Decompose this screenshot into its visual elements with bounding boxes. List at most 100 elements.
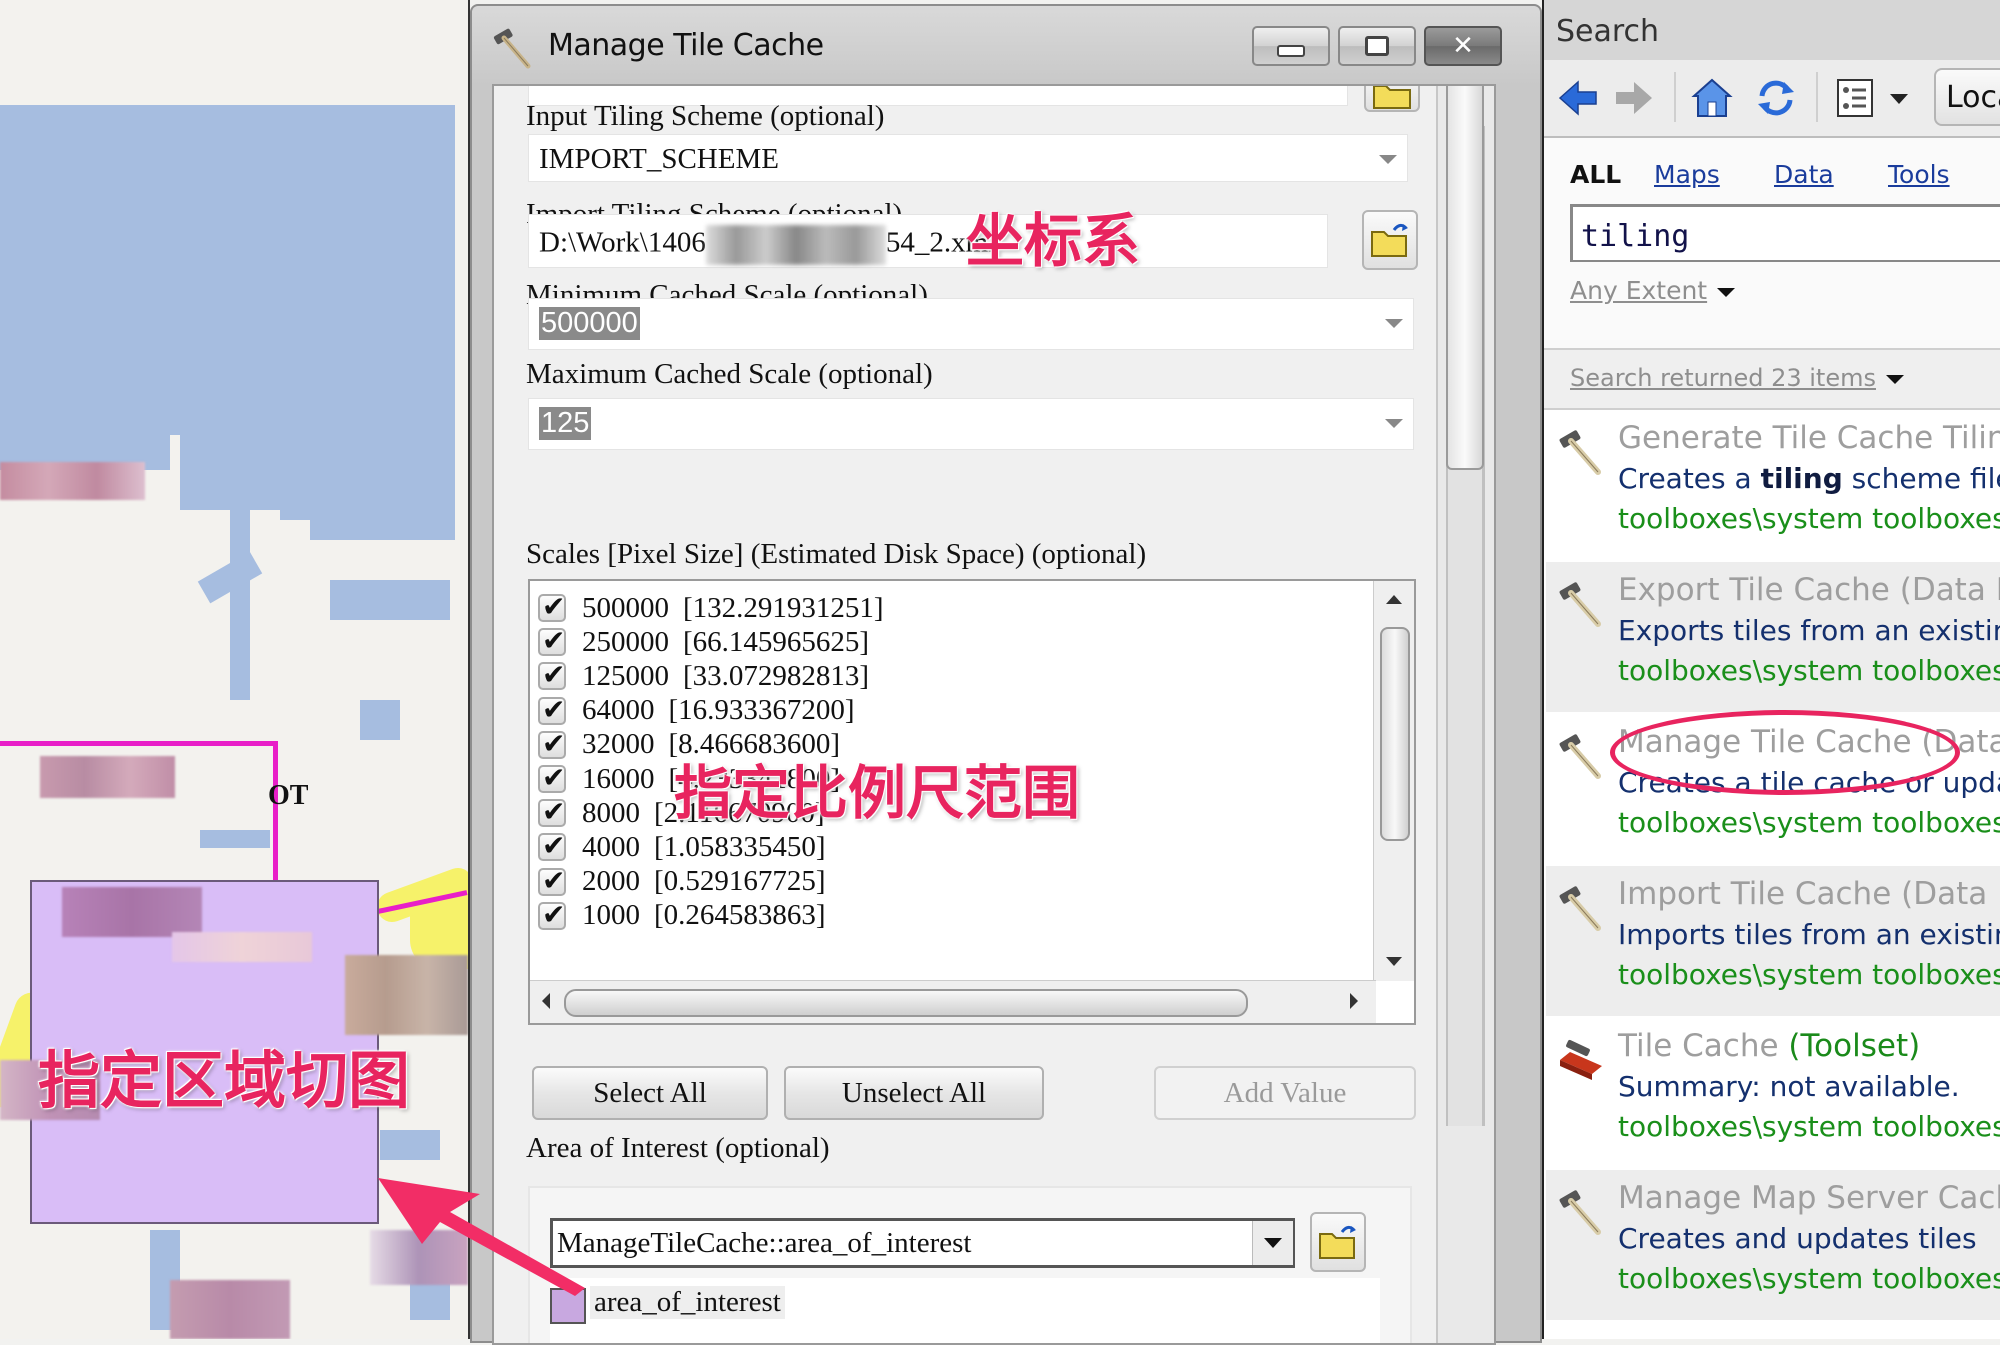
scale-list-item[interactable]: 64000 [16.933367200] [538, 693, 855, 728]
dialog-vertical-scrollbar[interactable] [1436, 86, 1494, 1343]
result-title[interactable]: Manage Map Server Cache Tiles [1618, 1180, 2000, 1216]
scale-list-item[interactable]: 500000 [132.291931251] [538, 590, 884, 625]
chevron-down-icon[interactable] [1252, 1221, 1293, 1265]
scale-list-item[interactable]: 1000 [0.264583863] [538, 898, 826, 933]
browse-button[interactable] [1364, 86, 1420, 112]
hammer-icon [1556, 1188, 1606, 1238]
scroll-left-icon[interactable] [542, 993, 550, 1009]
desc-highlight: tiling [1760, 462, 1843, 495]
search-result-item[interactable]: Manage Map Server Cache Tiles Creates and… [1546, 1170, 2000, 1320]
category-data[interactable]: Data [1774, 160, 1834, 189]
hammer-icon [1556, 732, 1606, 782]
max-scale-select[interactable]: 125 [528, 398, 1414, 450]
search-form: ALL Maps Data Tools Any Extent [1544, 138, 2000, 350]
scroll-thumb[interactable] [1446, 86, 1484, 470]
scale-list-item[interactable]: 125000 [33.072982813] [538, 658, 870, 693]
max-scale-value: 125 [539, 407, 592, 440]
open-folder-icon [1371, 223, 1408, 257]
maximize-button[interactable] [1338, 26, 1416, 66]
pixel-size: [1.058335450] [654, 830, 826, 863]
category-maps[interactable]: Maps [1654, 160, 1720, 189]
min-scale-select[interactable]: 500000 [528, 298, 1414, 350]
result-title[interactable]: Import Tile Cache (Data Management) [1618, 876, 2000, 912]
scale-checkbox[interactable] [538, 693, 566, 726]
list-view-icon[interactable] [1834, 76, 1878, 120]
scroll-up-icon[interactable] [1386, 595, 1402, 604]
scale-checkbox[interactable] [538, 590, 566, 623]
select-all-button[interactable]: Select All [532, 1066, 768, 1120]
manage-tile-cache-dialog: Manage Tile Cache ✕ Input Tiling Scheme … [470, 4, 1542, 1345]
area-of-interest-select[interactable]: ManageTileCache::area_of_interest [550, 1218, 1295, 1268]
scale-value: 64000 [582, 694, 655, 727]
refresh-icon[interactable] [1754, 76, 1798, 120]
scroll-thumb[interactable] [1380, 627, 1410, 841]
scale-list-item[interactable]: 250000 [66.145965625] [538, 624, 869, 659]
back-arrow-icon[interactable] [1556, 76, 1600, 120]
result-title-text: Generate Tile Cache Tiling Scheme [1618, 420, 2000, 456]
scale-checkbox[interactable] [538, 624, 566, 657]
input-tiling-scheme-select[interactable]: IMPORT_SCHEME [528, 134, 1408, 182]
search-result-item[interactable]: Generate Tile Cache Tiling Scheme Creates… [1546, 410, 2000, 560]
list-horizontal-scrollbar[interactable] [530, 980, 1376, 1023]
redacted-label [172, 932, 312, 962]
scroll-down-icon[interactable] [1386, 957, 1402, 966]
browse-aoi-button[interactable] [1310, 1212, 1366, 1272]
add-value-button[interactable]: Add Value [1154, 1066, 1416, 1120]
scroll-thumb[interactable] [564, 989, 1248, 1017]
result-description: Exports tiles from an existing [1618, 614, 2000, 647]
search-result-item[interactable]: Export Tile Cache (Data Management) Expor… [1546, 562, 2000, 712]
search-result-item[interactable]: Import Tile Cache (Data Management) Impor… [1546, 866, 2000, 1016]
location-button[interactable]: Local [1934, 68, 2000, 126]
scale-value: 1000 [582, 899, 640, 932]
result-title-text: Tile Cache [1618, 1028, 1789, 1064]
redacted-label [170, 1280, 290, 1339]
scale-list-item[interactable]: 2000 [0.529167725] [538, 864, 826, 899]
browse-tiling-scheme-button[interactable] [1362, 210, 1418, 270]
search-panel: Search Local ALL Maps Data Tools Any Ext… [1542, 0, 2000, 1339]
import-tiling-scheme-input[interactable]: D:\Work\1406 54_2.xml [528, 214, 1328, 268]
pixel-size: [33.072982813] [683, 659, 870, 692]
unselect-all-button[interactable]: Unselect All [784, 1066, 1044, 1120]
scale-checkbox[interactable] [538, 658, 566, 691]
category-all[interactable]: ALL [1570, 160, 1621, 189]
search-toolbar: Local [1544, 60, 2000, 138]
result-description: Summary: not available. [1618, 1070, 1960, 1103]
scale-checkbox[interactable] [538, 898, 566, 931]
scale-value: 4000 [582, 830, 640, 863]
forward-arrow-icon[interactable] [1612, 76, 1656, 120]
water-area [200, 830, 270, 848]
scale-checkbox[interactable] [538, 829, 566, 862]
import-tiling-scheme-path: D:\Work\1406 54_2.xml [539, 225, 996, 265]
open-folder-icon [1319, 1225, 1356, 1259]
close-button[interactable]: ✕ [1424, 26, 1502, 66]
result-title[interactable]: Tile Cache (Toolset) [1618, 1028, 1920, 1064]
pixel-size: [0.264583863] [654, 899, 826, 932]
result-title[interactable]: Export Tile Cache (Data Management) [1618, 572, 2000, 608]
results-count[interactable]: Search returned 23 items [1570, 364, 1904, 392]
list-vertical-scrollbar[interactable] [1373, 581, 1414, 981]
scale-checkbox[interactable] [538, 761, 566, 794]
view-dropdown-icon[interactable] [1890, 94, 1908, 104]
home-icon[interactable] [1690, 76, 1734, 120]
annotation-highlight-ellipse [1610, 710, 1960, 795]
result-title[interactable]: Generate Tile Cache Tiling Scheme [1618, 420, 2000, 456]
scale-value: 16000 [582, 762, 655, 795]
result-path: toolboxes\system toolboxes [1618, 1110, 2000, 1143]
search-input[interactable] [1570, 204, 2000, 262]
minimize-button[interactable] [1252, 26, 1330, 66]
scale-checkbox[interactable] [538, 795, 566, 828]
title-bar[interactable]: Manage Tile Cache ✕ [472, 6, 1540, 81]
map-view[interactable]: OT 指定区域切图 [0, 0, 470, 1339]
pixel-size: [132.291931251] [683, 591, 884, 624]
search-result-item[interactable]: Tile Cache (Toolset) Summary: not availab… [1546, 1018, 2000, 1168]
scale-checkbox[interactable] [538, 727, 566, 760]
aoi-layer-item[interactable]: area_of_interest [550, 1278, 1380, 1343]
scroll-right-icon[interactable] [1350, 993, 1358, 1009]
chevron-down-icon [1385, 419, 1403, 428]
extent-dropdown[interactable]: Any Extent [1570, 276, 1736, 305]
scale-value: 8000 [582, 796, 640, 829]
scale-list-item[interactable]: 4000 [1.058335450] [538, 829, 826, 864]
category-tools[interactable]: Tools [1888, 160, 1950, 189]
scale-checkbox[interactable] [538, 864, 566, 897]
scale-value: 2000 [582, 865, 640, 898]
